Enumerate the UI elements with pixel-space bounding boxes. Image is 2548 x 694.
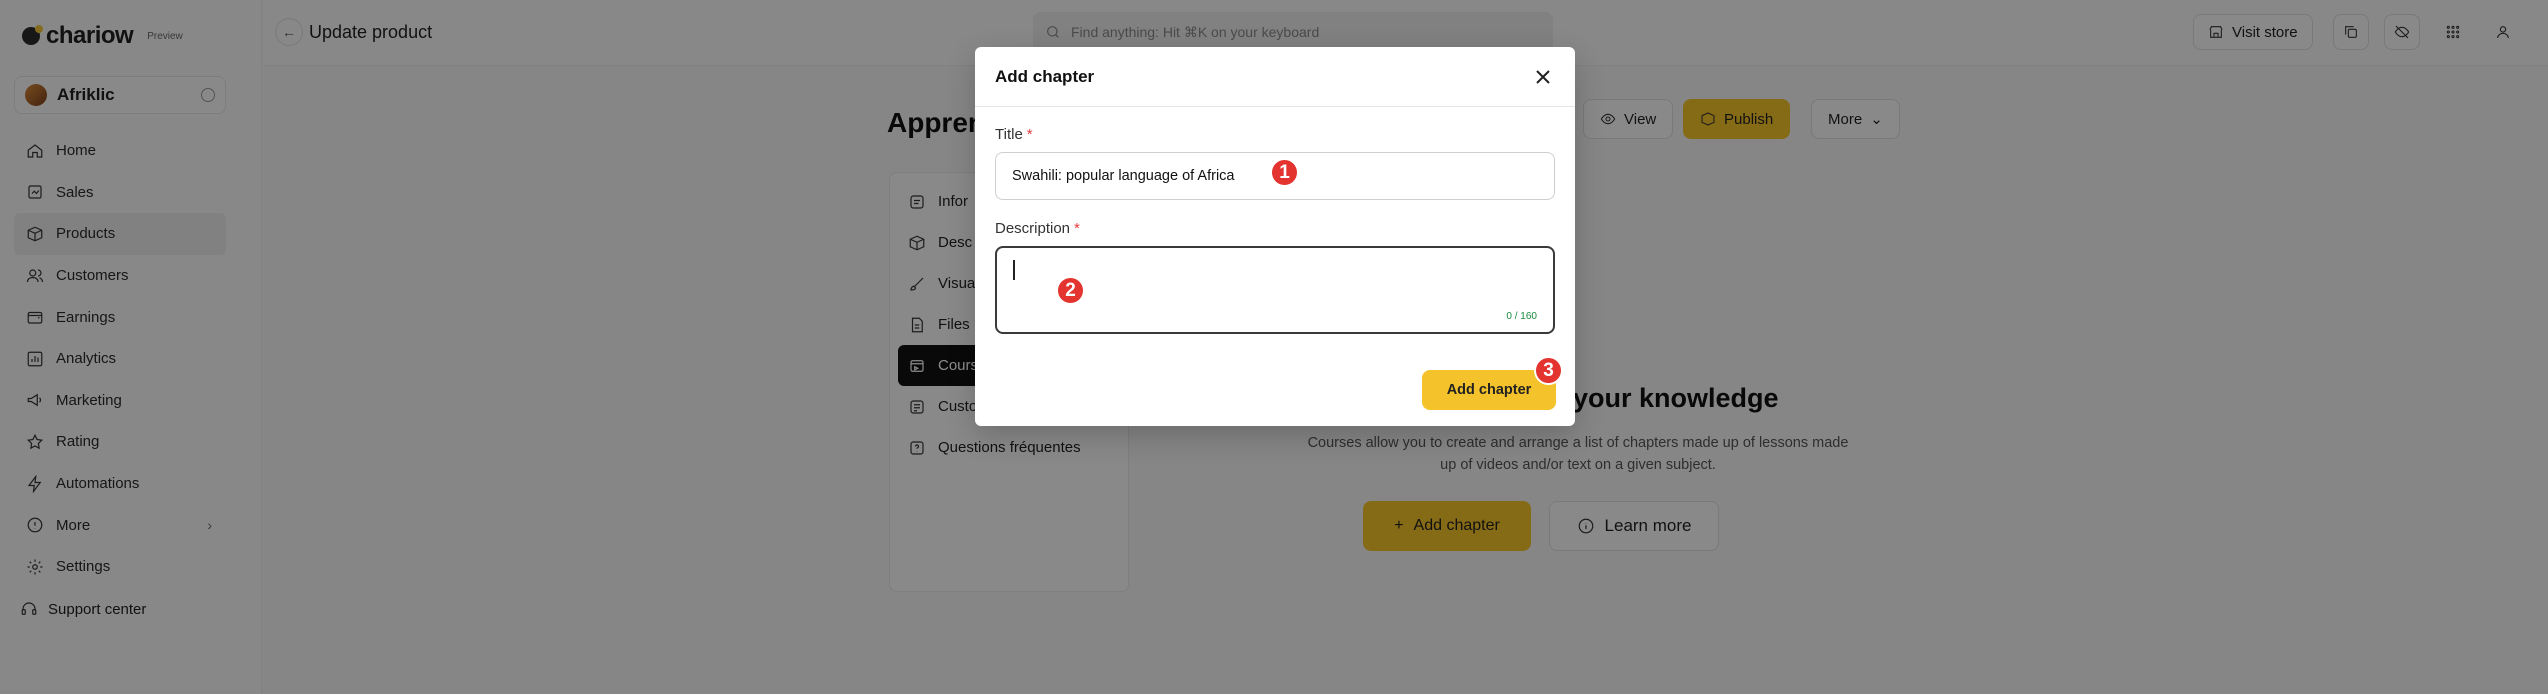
required-mark: * xyxy=(1074,220,1080,237)
step-marker-3: 3 xyxy=(1534,356,1563,385)
close-button[interactable] xyxy=(1531,65,1555,89)
modal-header: Add chapter xyxy=(975,47,1575,107)
modal-title: Add chapter xyxy=(995,66,1095,86)
required-mark: * xyxy=(1026,126,1033,143)
close-icon xyxy=(1536,69,1550,84)
description-label-text: Description xyxy=(995,220,1071,237)
description-field-label: Description * xyxy=(995,220,1080,237)
step-marker-2: 2 xyxy=(1056,276,1085,305)
step-marker-1: 1 xyxy=(1270,158,1299,187)
text-caret xyxy=(1013,260,1015,280)
title-field-label: Title * xyxy=(995,126,1033,143)
add-chapter-modal: Add chapter Title * Swahili: popular lang… xyxy=(975,47,1575,426)
character-counter: 0 / 160 xyxy=(1506,311,1537,322)
title-label-text: Title xyxy=(995,126,1023,143)
